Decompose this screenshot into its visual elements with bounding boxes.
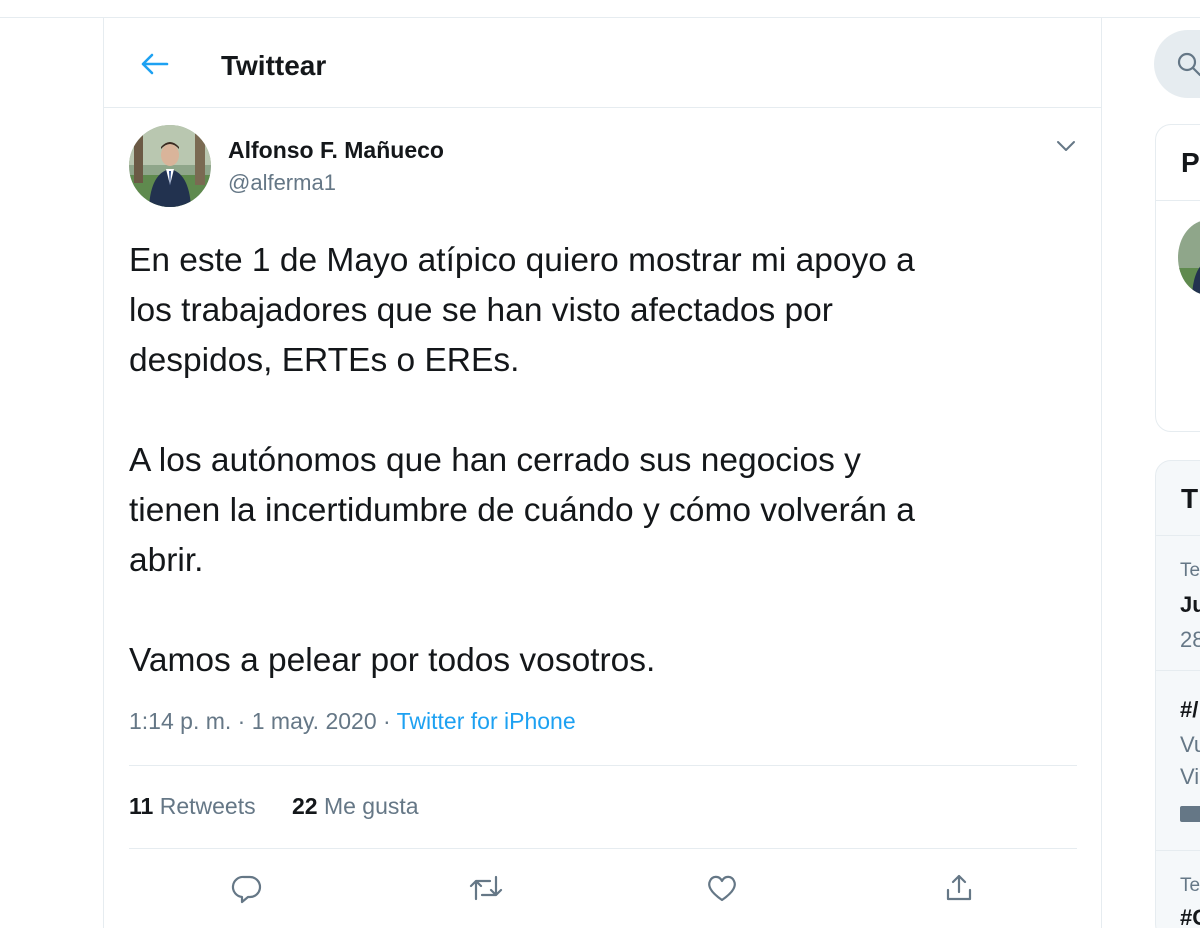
divider: [129, 848, 1077, 849]
search-input[interactable]: [1154, 30, 1200, 98]
tweet-line: abrir.: [129, 542, 204, 579]
external-link-icon: [1180, 806, 1200, 822]
trend-count: 28: [1180, 627, 1200, 652]
retweet-icon: [469, 875, 503, 901]
retweets-count: 11: [129, 793, 154, 819]
like-button[interactable]: [700, 866, 744, 910]
tweet-text: En este 1 de Mayo atípico quiero mostrar…: [129, 236, 1059, 686]
trend-description: Vi: [1180, 764, 1200, 789]
share-icon: [946, 874, 972, 901]
retweets-stat[interactable]: 11 Retweets: [129, 793, 256, 820]
trends-card: T: [1155, 460, 1200, 928]
heart-icon: [708, 875, 736, 902]
tweet-actions: [104, 866, 1102, 914]
chevron-down-icon: [1057, 141, 1075, 151]
meta-separator: ·: [237, 708, 246, 734]
avatar[interactable]: [129, 125, 211, 207]
tweet-line: los trabajadores que se han visto afecta…: [129, 292, 833, 329]
reply-button[interactable]: [225, 866, 269, 910]
card-title: T: [1181, 483, 1199, 514]
tweet-line: En este 1 de Mayo atípico quiero mostrar…: [129, 242, 915, 279]
tweet-line: [129, 586, 1059, 636]
page-header: Twittear: [104, 18, 1102, 108]
author-name[interactable]: Alfonso F. Mañueco: [228, 137, 444, 164]
retweet-button[interactable]: [464, 866, 508, 910]
tweet-line: Vamos a pelear por todos vosotros.: [129, 642, 656, 679]
author-handle[interactable]: @alferma1: [228, 170, 336, 196]
tweet-stats: 11 Retweets 22 Me gusta: [129, 793, 449, 820]
tweet-meta: 1:14 p. m. · 1 may. 2020 · Twitter for i…: [129, 708, 576, 735]
tweet-detail-column: Twittear Alfonso F. Mañueco @alferma1 En…: [103, 18, 1102, 928]
divider: [1156, 850, 1200, 851]
more-options-button[interactable]: [1051, 131, 1081, 161]
search-icon: [1177, 52, 1200, 77]
trend-category: Te: [1180, 560, 1200, 581]
tweet-source-link[interactable]: Twitter for iPhone: [397, 708, 576, 734]
likes-stat[interactable]: 22 Me gusta: [292, 793, 419, 820]
page-title: Twittear: [221, 50, 327, 81]
retweets-label: Retweets: [159, 793, 256, 819]
trend-name[interactable]: #C: [1180, 905, 1200, 928]
divider: [1156, 200, 1200, 201]
trend-description: Vu: [1180, 732, 1200, 757]
card-title: P: [1181, 147, 1200, 178]
tweet-time[interactable]: 1:14 p. m.: [129, 708, 231, 734]
trend-name[interactable]: Ju: [1180, 592, 1200, 618]
likes-label: Me gusta: [323, 793, 419, 819]
divider: [1156, 670, 1200, 671]
tweet-line: despidos, ERTEs o EREs.: [129, 342, 520, 379]
reply-icon: [231, 875, 262, 904]
tweet-date[interactable]: 1 may. 2020: [252, 708, 377, 734]
divider: [1156, 535, 1200, 536]
back-button[interactable]: [134, 44, 174, 84]
tweet-line: [129, 386, 1059, 436]
trend-name[interactable]: #/: [1180, 697, 1198, 723]
trend-category: Te: [1180, 875, 1200, 896]
top-border: [0, 0, 1200, 18]
likes-count: 22: [291, 793, 318, 819]
divider: [129, 765, 1077, 766]
tweet-line: A los autónomos que han cerrado sus nego…: [129, 442, 861, 479]
arrow-left-icon: [141, 53, 169, 75]
tweet-line: tienen la incertidumbre de cuándo y cómo…: [129, 492, 915, 529]
share-button[interactable]: [937, 866, 981, 910]
meta-separator: ·: [383, 708, 391, 734]
